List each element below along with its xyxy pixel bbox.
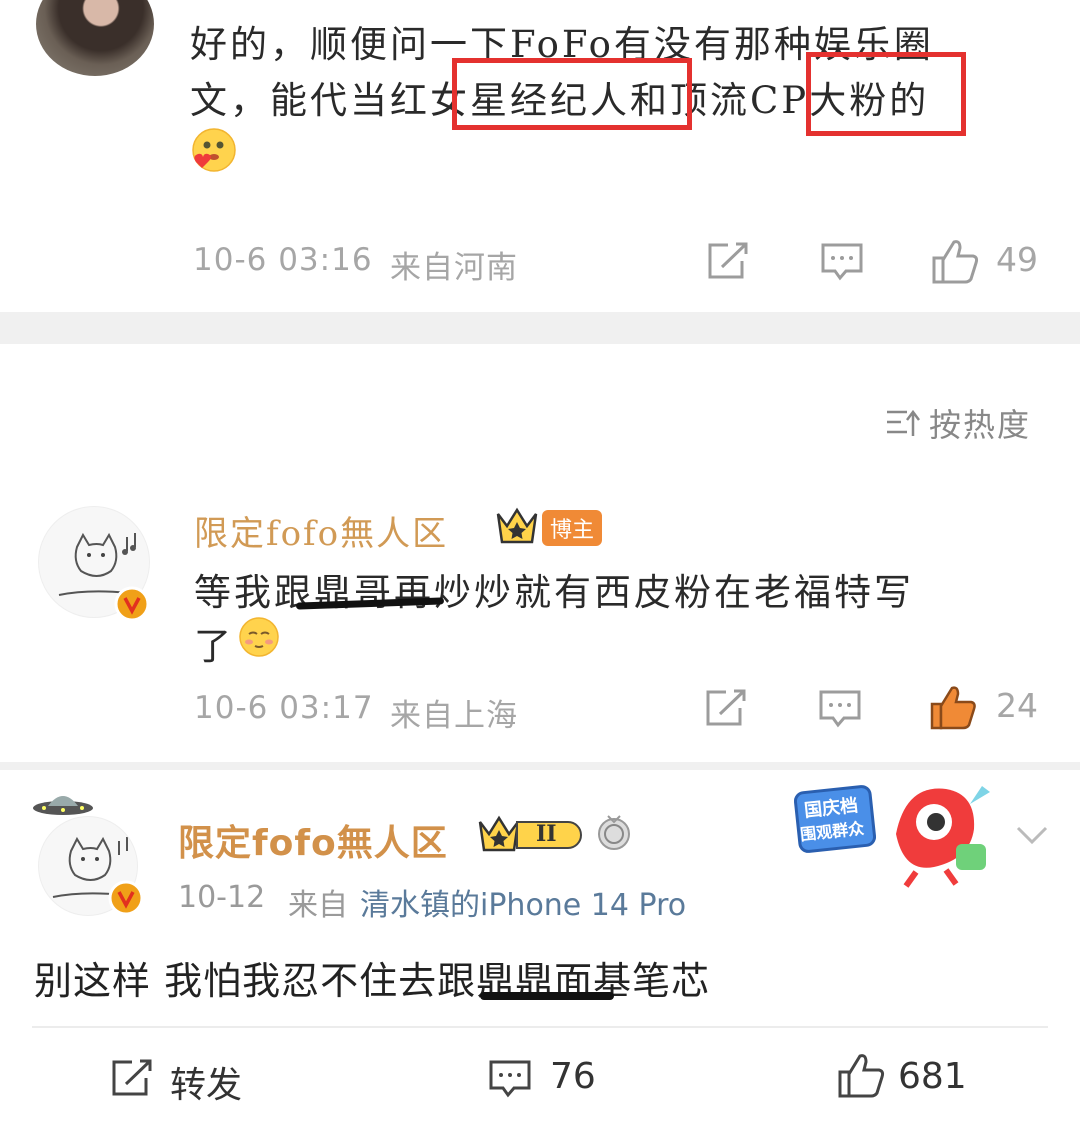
member-level-badge: II <box>476 814 584 856</box>
reply-icon[interactable] <box>820 241 864 281</box>
highlight-box-agent <box>452 58 692 130</box>
post-username[interactable]: 限定fofo無人区 <box>178 814 448 866</box>
like-button[interactable]: 681 <box>836 1050 976 1102</box>
comment-count: 76 <box>550 1056 596 1097</box>
sort-icon <box>887 409 920 436</box>
action-bar-divider <box>32 1026 1048 1028</box>
comment-icon <box>489 1060 531 1098</box>
section-divider <box>0 312 1080 344</box>
ink-underline <box>480 992 614 1000</box>
reply-icon[interactable] <box>818 688 862 728</box>
comment-time: 10-6 03:17 <box>194 690 374 726</box>
chevron-down-icon[interactable] <box>1012 820 1052 850</box>
post-date: 10-12 <box>178 880 266 915</box>
comment-button[interactable]: 76 <box>488 1054 608 1102</box>
comment-text-line-2: 了 <box>194 625 234 668</box>
repost-button[interactable]: 转发 <box>110 1054 260 1106</box>
like-button[interactable]: 49 <box>930 236 1042 286</box>
thumbs-up-liked-icon <box>930 686 976 730</box>
post-source-prefix: 来自 <box>288 888 348 923</box>
highlight-box-cp-fan <box>806 52 966 136</box>
avatar[interactable] <box>36 0 154 76</box>
like-count: 681 <box>898 1056 967 1097</box>
level-text: II <box>536 821 557 847</box>
crown-badge-icon <box>494 506 540 546</box>
like-count: 49 <box>996 240 1038 279</box>
emoji-heart-face-icon <box>190 126 238 174</box>
repost-icon <box>112 1059 152 1096</box>
username[interactable]: 限定fofo無人区 <box>194 506 448 555</box>
blogger-badge: 博主 <box>542 510 603 546</box>
verified-badge-icon <box>114 586 150 622</box>
like-count: 24 <box>996 686 1038 725</box>
comment-time: 10-6 03:16 <box>193 242 373 278</box>
repost-label: 转发 <box>170 1065 243 1106</box>
like-button[interactable]: 24 <box>928 682 1042 732</box>
emoji-shy-face-icon <box>238 616 280 658</box>
comment-1: 好的，顺便问一下FoFo有没有那种娱乐圈 文，能代当红女星经纪人和顶流CP大粉的… <box>0 0 1080 312</box>
repost-icon[interactable] <box>706 241 750 281</box>
ufo-pendant-icon <box>30 790 96 818</box>
repost-icon[interactable] <box>704 688 748 728</box>
thumbs-up-icon <box>838 1054 885 1098</box>
verified-badge-icon <box>108 880 144 916</box>
post-source-device[interactable]: 清水镇的iPhone 14 Pro <box>360 880 686 924</box>
medal-icon <box>596 814 632 854</box>
sort-label: 按热度 <box>929 406 1032 444</box>
mascot-icon <box>876 774 996 889</box>
post: 限定fofo無人区 II 10-12 来自 清水镇的iPhone 14 Pro … <box>0 770 1080 1124</box>
thumbs-up-icon <box>932 240 979 284</box>
comment-location: 来自上海 <box>390 698 518 734</box>
comment-location: 来自河南 <box>390 250 518 286</box>
section-divider <box>0 762 1080 770</box>
comment-2: 限定fofo無人区 博主 等我跟鼎哥再炒炒就有西皮粉在老福特写 了 10-6 0… <box>0 470 1080 762</box>
sort-by-hot-button[interactable]: 按热度 <box>885 400 1035 444</box>
promo-banner[interactable]: 国庆档 围观群众 <box>786 774 1006 894</box>
